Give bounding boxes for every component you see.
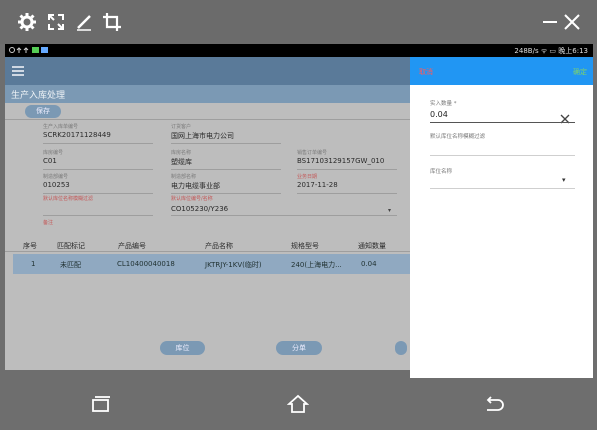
home-icon[interactable]: [287, 394, 309, 414]
loc-filter-input[interactable]: [430, 155, 575, 156]
default-loc-label: 默认库位编号/名称: [171, 196, 213, 202]
col-header: 规格型号: [291, 242, 319, 250]
col-header: 产品编号: [118, 242, 146, 250]
recent-apps-icon[interactable]: [90, 394, 112, 414]
fullscreen-icon[interactable]: [46, 12, 66, 32]
confirm-button[interactable]: 确定: [573, 67, 587, 77]
loc-name-label: 库位名称: [430, 169, 453, 175]
sales-order-field[interactable]: BS17103129157GW_010: [297, 157, 384, 165]
table-header: 序号 匹配标记 产品编号 产品名称 规格型号 通知数量: [5, 237, 410, 251]
table-cell: 240(上海电力...: [291, 261, 342, 269]
more-button[interactable]: [395, 341, 407, 355]
warehouse-code-field[interactable]: C01: [43, 157, 57, 165]
table-cell: 0.04: [361, 260, 377, 268]
minimize-icon[interactable]: [541, 12, 561, 32]
field-underline: [171, 215, 397, 216]
table-row[interactable]: 1 未匹配 CL10400040018 JKTRJY-1KV(临时) 240(上…: [13, 254, 410, 274]
dept-code-field[interactable]: 010253: [43, 181, 70, 189]
crop-icon[interactable]: [102, 12, 122, 32]
dept-code-label: 制造部编号: [43, 174, 69, 180]
back-icon[interactable]: [483, 394, 505, 414]
entry-date-field[interactable]: 2017-11-28: [297, 181, 338, 189]
dept-name-field[interactable]: 电力电缆事业部: [171, 181, 220, 191]
order-no-label: 生产入库单编号: [43, 124, 79, 130]
sheet-header: 取消 确定: [410, 57, 593, 85]
warehouse-code-label: 库房编号: [43, 150, 64, 156]
remark-label: 备注: [43, 220, 54, 226]
field-underline: [171, 143, 281, 144]
col-header: 通知数量: [358, 242, 386, 250]
status-icons-left: [8, 46, 54, 56]
emulator-toolbar: [0, 0, 597, 44]
entry-date-label: 业务日期: [297, 174, 318, 180]
field-underline: [430, 122, 575, 123]
field-underline: [43, 169, 153, 170]
field-underline: [43, 193, 153, 194]
table-cell: 1: [31, 260, 36, 268]
customer-label: 订货客户: [171, 124, 192, 130]
qty-label: 实入数量 *: [430, 101, 457, 107]
loc-name-select[interactable]: [430, 188, 575, 189]
split-button[interactable]: 分单: [276, 341, 322, 355]
default-loc-filter-label: 默认库位名称模糊过滤: [43, 196, 94, 202]
location-button[interactable]: 库位: [160, 341, 205, 355]
status-bar: 248B/s ᯤ ▭ 晚上6:13: [5, 44, 593, 57]
field-underline: [43, 215, 153, 216]
menu-icon[interactable]: [12, 66, 24, 76]
table-cell: JKTRJY-1KV(临时): [205, 261, 262, 269]
field-underline: [171, 193, 281, 194]
dropdown-arrow-icon[interactable]: ▾: [388, 207, 391, 214]
divider: [5, 119, 410, 120]
clear-icon[interactable]: [560, 109, 570, 124]
nav-bar: [0, 378, 597, 430]
settings-gear-icon[interactable]: [17, 12, 37, 32]
field-underline: [297, 169, 397, 170]
table-cell: 未匹配: [60, 261, 81, 269]
table-divider: [5, 251, 410, 252]
pen-icon[interactable]: [74, 12, 94, 32]
edit-sheet: 取消 确定 实入数量 * 0.04 默认库位名称模糊过滤 库位名称 ▾: [410, 57, 593, 378]
close-icon[interactable]: [562, 12, 582, 32]
col-header: 匹配标记: [57, 242, 85, 250]
emulator-frame: 248B/s ᯤ ▭ 晚上6:13 生产入库处理 保存 生产入库单编号 SCRK…: [0, 0, 597, 430]
qty-input[interactable]: 0.04: [430, 110, 448, 119]
default-loc-select[interactable]: CO105230/Y236: [171, 205, 228, 213]
dropdown-arrow-icon[interactable]: ▾: [562, 176, 566, 184]
field-underline: [297, 193, 397, 194]
warehouse-name-field[interactable]: 塑缆库: [171, 157, 192, 167]
loc-filter-label: 默认库位名称模糊过滤: [430, 134, 486, 140]
col-header: 序号: [23, 242, 37, 250]
customer-field[interactable]: 国网上海市电力公司: [171, 131, 234, 141]
order-no-field[interactable]: SCRK20171128449: [43, 131, 111, 139]
cancel-button[interactable]: 取消: [419, 67, 433, 77]
sales-order-label: 销售订单编号: [297, 150, 328, 156]
warehouse-name-label: 库房名称: [171, 150, 192, 156]
dept-name-label: 制造部名称: [171, 174, 197, 180]
save-button[interactable]: 保存: [25, 105, 61, 118]
table-cell: CL10400040018: [117, 260, 175, 268]
field-underline: [171, 169, 281, 170]
status-right: 248B/s ᯤ ▭ 晚上6:13: [514, 47, 588, 55]
col-header: 产品名称: [205, 242, 233, 250]
page-title: 生产入库处理: [5, 85, 410, 103]
field-underline: [43, 143, 153, 144]
